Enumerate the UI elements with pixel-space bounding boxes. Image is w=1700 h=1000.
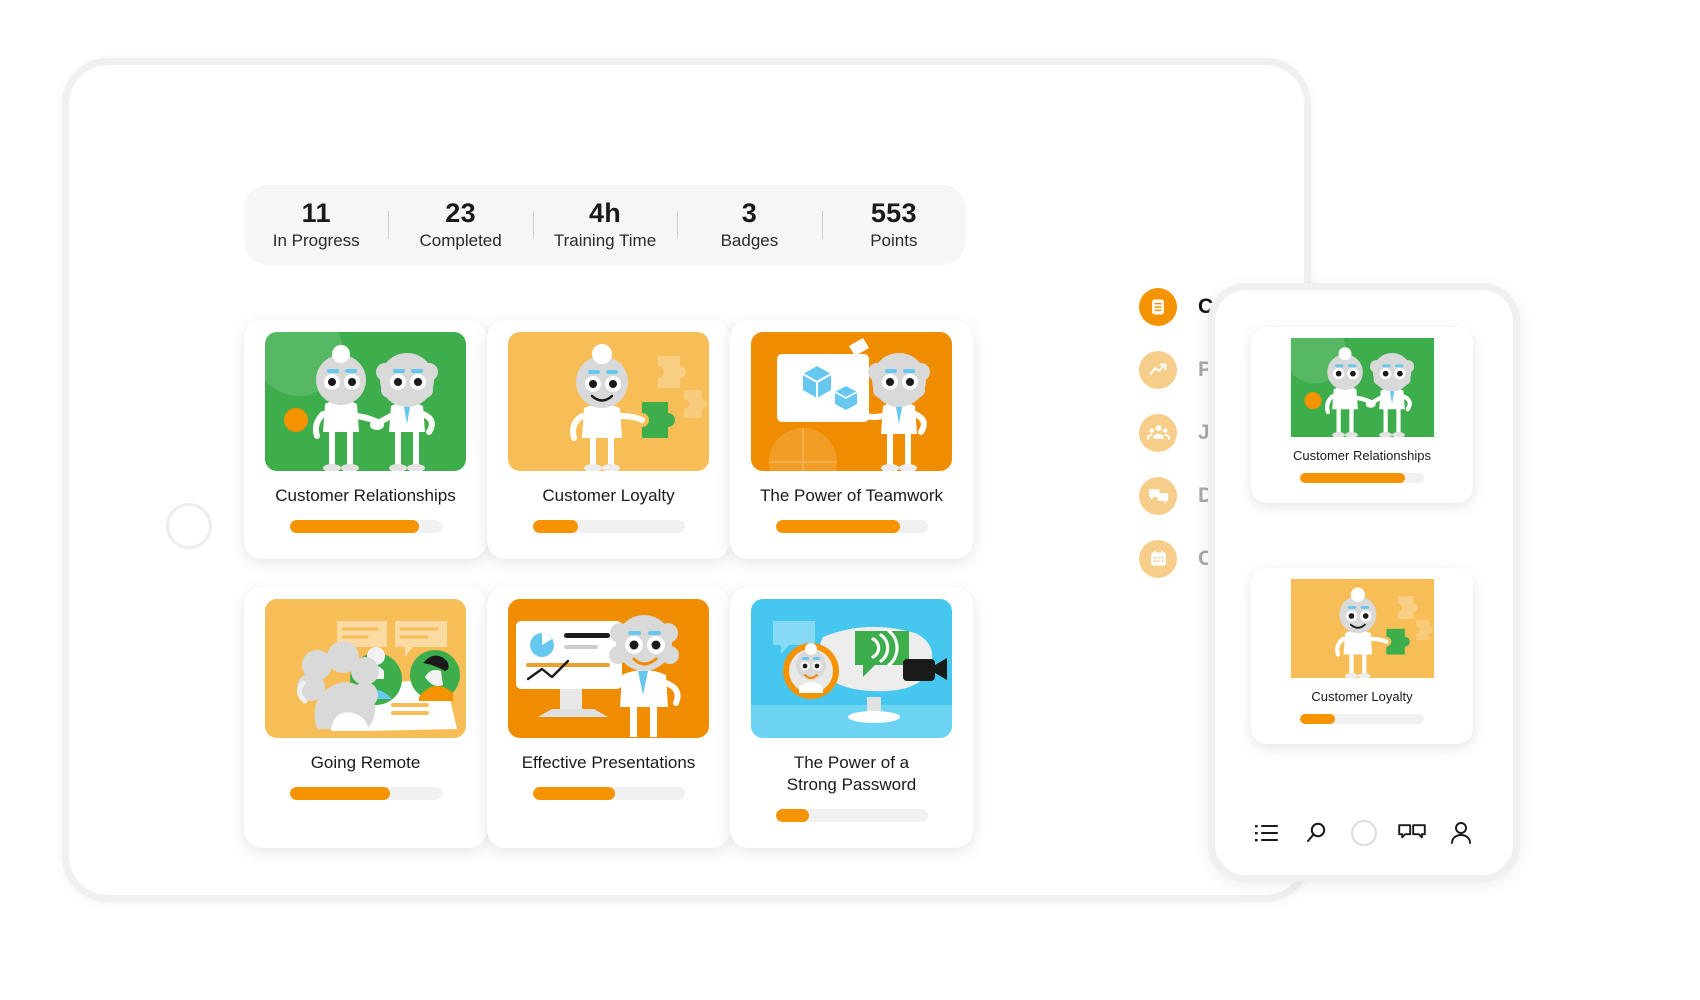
course-progress-bar [289,787,442,800]
course-progress-fill [532,787,615,800]
course-progress-fill [289,787,390,800]
course-thumbnail [751,599,952,738]
stat-item: 23 Completed [388,199,532,250]
course-title: Customer Loyalty [542,486,675,505]
list-icon[interactable] [1253,819,1281,847]
course-row: Going Remote Effective Presentations The… [244,587,974,848]
course-card[interactable]: Customer Loyalty [487,320,730,559]
stat-item: 11 In Progress [244,199,388,250]
user-profile-icon[interactable] [1447,819,1475,847]
course-progress-bar [775,808,928,822]
chat-bubbles-icon[interactable] [1398,819,1427,847]
home-circle-icon[interactable] [1350,819,1378,847]
course-progress-bar [532,520,685,533]
phone-course-title: Customer Relationships [1292,448,1431,463]
trending-up-icon [1139,350,1177,389]
course-title: Going Remote [310,753,421,772]
stat-label: Points [870,230,918,250]
course-title: Customer Relationships [275,486,456,505]
course-card[interactable]: Customer Relationships [244,320,487,559]
stat-value: 553 [870,198,917,229]
stat-item: 4h Training Time [532,198,677,250]
phone-progress-bar [1300,473,1424,483]
course-progress-bar [289,520,442,533]
course-progress-bar [775,520,928,533]
stat-value: 3 [741,198,758,229]
phone-progress-fill [1300,473,1406,483]
stat-label: Completed [419,230,502,250]
catalog-list-icon [1139,287,1177,326]
people-group-icon [1139,413,1177,452]
course-thumbnail [508,332,709,471]
phone-device: Customer Relationships Customer Loyalty [1208,283,1520,882]
phone-course-thumbnail [1272,579,1453,678]
stat-label: Badges [720,230,779,250]
course-progress-fill [775,808,809,822]
stat-label: Training Time [553,230,657,250]
app-mockup: 11 In Progress 23 Completed 4h Training Time 3… [0,0,1700,1000]
course-grid: Customer Relationships Customer Loyalty … [244,320,974,848]
course-progress-fill [532,520,579,533]
tablet-screen: 11 In Progress 23 Completed 4h Training Time 3… [179,115,1278,875]
tablet-device: 11 In Progress 23 Completed 4h Training Time 3… [62,58,1311,902]
course-thumbnail [751,332,952,471]
course-title: The Power of a Strong Password [786,753,917,794]
course-card[interactable]: Effective Presentations [487,587,730,848]
stat-value: 4h [588,198,622,229]
phone-course-title: Customer Loyalty [1311,689,1413,704]
stat-label: In Progress [272,230,360,250]
course-card[interactable]: The Power of a Strong Password [730,587,973,848]
course-progress-fill [289,520,419,533]
stat-value: 11 [301,198,331,229]
chat-bubbles-icon [1139,476,1177,515]
course-thumbnail [508,599,709,738]
stat-item: 3 Badges [677,199,821,250]
phone-course-card[interactable]: Customer Loyalty [1251,568,1473,744]
phone-course-card[interactable]: Customer Relationships [1251,327,1473,503]
course-thumbnail [265,332,466,471]
course-progress-bar [532,787,685,800]
phone-course-thumbnail [1272,338,1453,437]
stat-value: 23 [445,198,476,229]
phone-progress-fill [1300,714,1335,724]
phone-bottom-nav [1215,813,1513,853]
course-row: Customer Relationships Customer Loyalty … [244,320,974,559]
course-title: Effective Presentations [521,753,696,772]
phone-progress-bar [1300,714,1424,724]
course-card[interactable]: Going Remote [244,587,487,848]
stat-item: 553 Points [821,198,966,250]
search-icon[interactable] [1302,819,1330,847]
course-title: The Power of Teamwork [760,486,943,505]
course-thumbnail [265,599,466,738]
course-card[interactable]: The Power of Teamwork [730,320,973,559]
course-progress-fill [775,520,901,533]
stats-bar: 11 In Progress 23 Completed 4h Training Time 3… [244,185,966,265]
calendar-icon [1139,539,1177,578]
